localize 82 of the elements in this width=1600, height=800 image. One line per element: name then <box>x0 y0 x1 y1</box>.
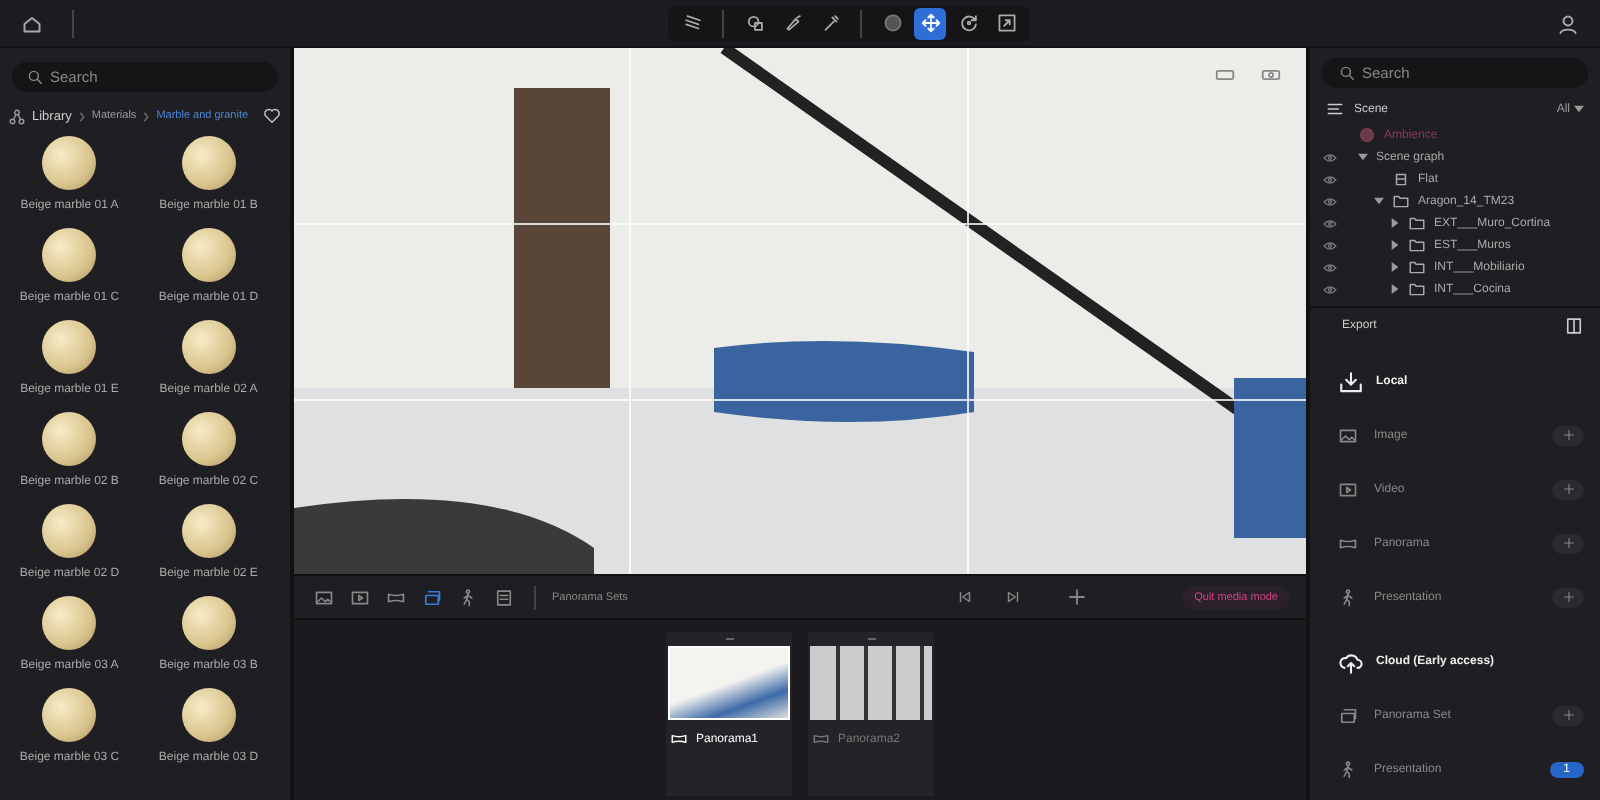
material-sphere[interactable] <box>42 412 97 466</box>
material-sphere[interactable] <box>181 136 236 190</box>
search-icon <box>26 68 44 86</box>
download-tray-icon <box>1338 369 1364 395</box>
material-sphere[interactable] <box>181 320 236 374</box>
house-icon <box>20 11 44 35</box>
photo-placeholder <box>668 646 790 720</box>
stacked-frames-icon <box>422 587 442 607</box>
chevron-icon <box>77 111 86 121</box>
material-sphere[interactable] <box>181 412 236 466</box>
stacked-frames-icon <box>1338 705 1358 725</box>
eye-icon <box>1322 281 1338 297</box>
eye-icon <box>1322 193 1338 209</box>
plus-icon <box>1561 590 1575 604</box>
search-icon <box>1338 64 1356 82</box>
material-sphere[interactable] <box>181 504 236 558</box>
caret-icon <box>1574 103 1584 113</box>
material-sphere[interactable] <box>42 504 97 558</box>
add-button[interactable] <box>1552 479 1584 499</box>
caret-icon[interactable] <box>1390 240 1400 250</box>
material-sphere[interactable] <box>181 596 236 650</box>
camera-icon <box>1260 64 1282 86</box>
plus-icon <box>1066 586 1089 608</box>
add-button[interactable] <box>1552 587 1584 607</box>
plus-icon <box>1561 536 1575 550</box>
wide-frame-icon <box>1338 533 1358 553</box>
material-sphere[interactable] <box>42 688 97 742</box>
cloud-upload-icon <box>1338 649 1364 675</box>
plus-icon <box>1561 482 1575 496</box>
picture-icon <box>1338 425 1358 445</box>
add-button[interactable] <box>1552 425 1584 445</box>
rotate-icon <box>957 12 979 34</box>
caret-icon[interactable] <box>1390 218 1400 228</box>
picture-icon <box>314 587 334 607</box>
caret-icon[interactable] <box>1390 262 1400 272</box>
wide-frame-icon <box>386 587 406 607</box>
move-arrows-icon <box>919 12 941 34</box>
scale-icon <box>995 12 1017 34</box>
add-button[interactable] <box>1552 705 1584 725</box>
person-icon <box>1556 11 1580 35</box>
material-sphere[interactable] <box>42 320 97 374</box>
brush-icon <box>781 12 803 34</box>
tool-button[interactable] <box>914 7 946 39</box>
material-sphere[interactable] <box>42 136 97 190</box>
layers-icon <box>681 12 703 34</box>
add-button[interactable] <box>1552 533 1584 553</box>
eye-icon <box>1322 171 1338 187</box>
list-icon <box>494 587 514 607</box>
plane-icon <box>1392 170 1410 188</box>
eye-icon <box>1322 149 1338 165</box>
skip-back-icon <box>956 588 975 606</box>
play-icon <box>1338 479 1358 499</box>
chevron-icon <box>142 111 151 121</box>
play-icon <box>350 587 370 607</box>
heart-icon <box>262 106 282 126</box>
menu-icon <box>1326 100 1344 118</box>
material-sphere[interactable] <box>181 228 236 282</box>
sphere-icon <box>881 12 903 34</box>
pipette-icon <box>819 12 841 34</box>
skip-forward-icon <box>1004 588 1023 606</box>
caret-icon[interactable] <box>1374 196 1384 206</box>
walking-person-icon <box>1338 759 1358 779</box>
caret-icon[interactable] <box>1390 284 1400 294</box>
caret-icon[interactable] <box>1358 152 1368 162</box>
walking-person-icon <box>458 587 478 607</box>
plus-icon <box>1561 708 1575 722</box>
material-sphere[interactable] <box>42 228 97 282</box>
eye-icon <box>1322 237 1338 253</box>
panel-icon <box>1564 316 1584 336</box>
material-sphere[interactable] <box>42 596 97 650</box>
eye-icon <box>1322 215 1338 231</box>
wide-frame-icon <box>670 730 688 748</box>
headset-icon <box>1214 64 1236 86</box>
shapes-icon <box>743 12 765 34</box>
eye-icon <box>1322 259 1338 275</box>
ambience-icon <box>1358 126 1376 144</box>
photo-placeholder <box>810 646 932 720</box>
plus-icon <box>1561 428 1575 442</box>
material-sphere[interactable] <box>181 688 236 742</box>
wide-frame-icon <box>812 730 830 748</box>
walking-person-icon <box>1338 587 1358 607</box>
nodes-icon <box>8 107 26 125</box>
